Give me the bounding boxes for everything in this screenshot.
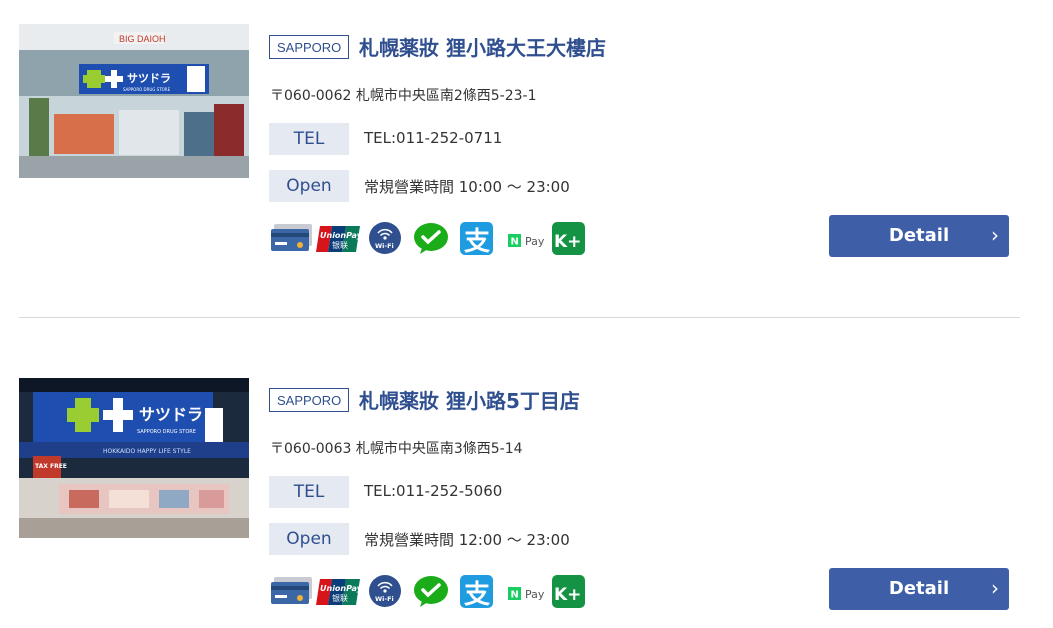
naver-pay-icon: N Pay [508,234,545,248]
payment-icons: UnionPay 银联 Wi-Fi 支 N Pay K+ [270,574,590,610]
store-address: 〒060-0063 札幌市中央區南3條西5-14 [270,441,523,457]
svg-text:TAX FREE: TAX FREE [35,463,67,470]
svg-text:Wi-Fi: Wi-Fi [375,242,394,250]
detail-button-label: Detail [888,225,950,246]
svg-text:SAPPORO DRUG STORE: SAPPORO DRUG STORE [123,87,171,92]
tel-label: TEL [269,123,349,155]
detail-button[interactable]: Detail › [829,215,1009,257]
svg-text:银联: 银联 [332,593,348,603]
open-label: Open [269,170,349,202]
store-name[interactable]: 札幌薬妝 狸小路5丁目店 [359,385,580,414]
area-badge: SAPPORO [269,388,350,412]
wifi-icon: Wi-Fi [369,575,401,607]
svg-text:サツドラ: サツドラ [127,72,171,85]
svg-text:N: N [511,590,519,601]
store-address: 〒060-0062 札幌市中央區南2條西5-23-1 [270,88,537,104]
store-photo[interactable]: BIG DAIOH サツドラ SAPPORO DRUG STORE [19,24,249,178]
svg-text:Pay: Pay [525,235,545,248]
credit-card-icon [271,577,312,604]
svg-text:HOKKAIDO HAPPY LIFE STYLE: HOKKAIDO HAPPY LIFE STYLE [103,448,191,455]
svg-text:SAPPORO DRUG STORE: SAPPORO DRUG STORE [137,429,196,435]
payment-icons: UnionPay 银联 Wi-Fi 支 N Pay K+ [270,221,590,257]
alipay-icon: 支 [460,222,493,257]
kplus-icon: K+ [552,222,585,255]
alipay-icon: 支 [460,575,493,610]
tel-value[interactable]: TEL:011-252-0711 [364,129,502,147]
chevron-right-icon: › [991,223,999,247]
unionpay-icon: UnionPay 银联 [316,579,363,605]
kplus-icon: K+ [552,575,585,608]
open-label: Open [269,523,349,555]
svg-text:银联: 银联 [332,240,348,250]
tel-value[interactable]: TEL:011-252-5060 [364,482,502,500]
svg-text:UnionPay: UnionPay [320,231,363,240]
svg-text:K+: K+ [554,585,581,605]
store-photo[interactable]: サツドラ SAPPORO DRUG STORE HOKKAIDO HAPPY L… [19,378,249,538]
detail-button-label: Detail [888,578,950,599]
naver-pay-icon: N Pay [508,587,545,601]
tel-label: TEL [269,476,349,508]
svg-text:N: N [511,237,519,248]
divider [19,317,1020,318]
wifi-icon: Wi-Fi [369,222,401,254]
svg-text:サツドラ: サツドラ [139,405,203,424]
svg-text:Pay: Pay [525,588,545,601]
svg-text:UnionPay: UnionPay [320,584,363,593]
opening-hours: 常規營業時間 10:00 ～ 23:00 [364,178,570,196]
opening-hours: 常規營業時間 12:00 ～ 23:00 [364,531,570,549]
svg-text:支: 支 [464,580,490,608]
svg-text:K+: K+ [554,232,581,252]
credit-card-icon [271,224,312,251]
wechat-pay-icon [414,223,448,254]
store-name[interactable]: 札幌薬妝 狸小路大王大樓店 [359,32,606,61]
svg-text:BIG DAIOH: BIG DAIOH [119,34,166,44]
unionpay-icon: UnionPay 银联 [316,226,363,252]
svg-text:支: 支 [464,227,490,255]
chevron-right-icon: › [991,576,999,600]
area-badge: SAPPORO [269,35,350,59]
svg-text:Wi-Fi: Wi-Fi [375,595,394,603]
detail-button[interactable]: Detail › [829,568,1009,610]
wechat-pay-icon [414,576,448,607]
